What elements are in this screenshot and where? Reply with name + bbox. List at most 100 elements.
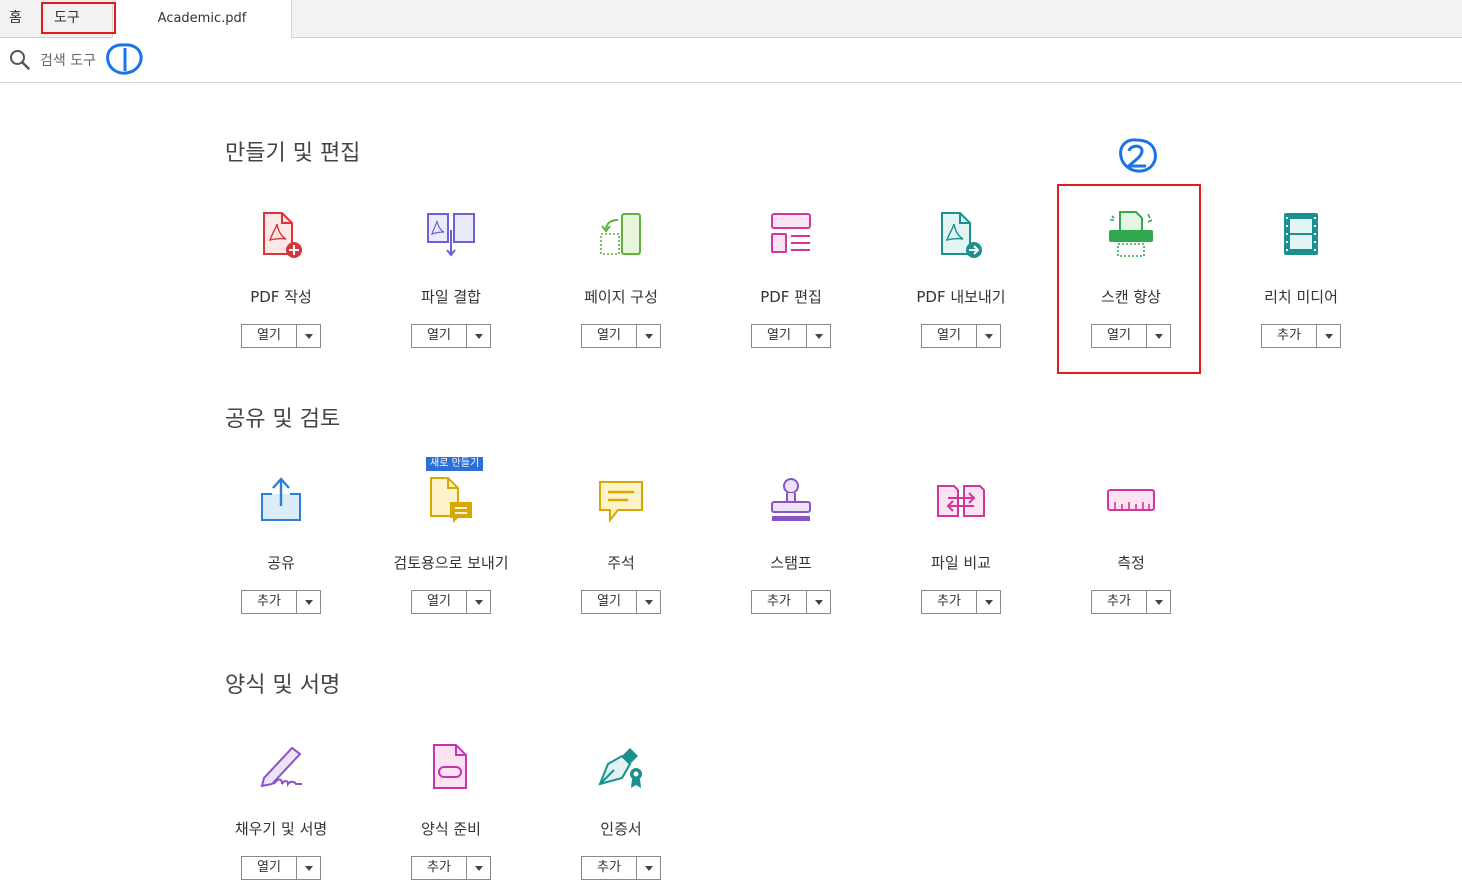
dropdown-arrow-icon[interactable] — [977, 325, 1000, 347]
comment-icon — [596, 476, 646, 526]
dropdown-arrow-icon[interactable] — [977, 591, 1000, 613]
button-label: 열기 — [582, 591, 637, 613]
tool-name: 파일 비교 — [931, 554, 991, 572]
button-label: 열기 — [242, 325, 297, 347]
dropdown-arrow-icon[interactable] — [467, 857, 490, 879]
tool-name: 인증서 — [600, 820, 642, 838]
add-button[interactable]: 추가 — [751, 590, 831, 614]
button-label: 추가 — [1092, 591, 1147, 613]
highlight-box-tools — [41, 2, 116, 34]
dropdown-arrow-icon[interactable] — [297, 591, 320, 613]
button-label: 열기 — [412, 325, 467, 347]
tool-measure[interactable]: 측정 추가 — [1046, 476, 1216, 636]
tool-name: PDF 내보내기 — [916, 288, 1006, 306]
tool-name: 채우기 및 서명 — [234, 820, 328, 838]
dropdown-arrow-icon[interactable] — [1147, 591, 1170, 613]
open-button[interactable]: 열기 — [921, 324, 1001, 348]
open-button[interactable]: 열기 — [241, 324, 321, 348]
tool-combine-files[interactable]: 파일 결합 열기 — [366, 210, 536, 370]
send-for-review-icon — [426, 476, 476, 526]
stamp-icon — [766, 476, 816, 526]
prepare-form-icon — [426, 742, 476, 792]
button-label: 열기 — [582, 325, 637, 347]
add-button[interactable]: 추가 — [411, 856, 491, 880]
rich-media-icon — [1276, 210, 1326, 260]
tool-name: 리치 미디어 — [1264, 288, 1338, 306]
tool-name: 양식 준비 — [421, 820, 481, 838]
open-button[interactable]: 열기 — [411, 324, 491, 348]
dropdown-arrow-icon[interactable] — [467, 591, 490, 613]
annotation-number-2 — [1116, 136, 1160, 180]
tool-share[interactable]: 공유 추가 — [196, 476, 366, 636]
button-label: 열기 — [922, 325, 977, 347]
create-pdf-icon — [256, 210, 306, 260]
tab-document[interactable]: Academic.pdf — [112, 0, 292, 38]
section-title-forms-sign: 양식 및 서명 — [225, 673, 341, 698]
open-button[interactable]: 열기 — [411, 590, 491, 614]
tool-organize-pages[interactable]: 페이지 구성 열기 — [536, 210, 706, 370]
add-button[interactable]: 추가 — [1091, 590, 1171, 614]
tool-rich-media[interactable]: 리치 미디어 추가 — [1216, 210, 1386, 370]
tool-prepare-form[interactable]: 양식 준비 추가 — [366, 742, 536, 896]
share-icon — [256, 476, 306, 526]
organize-pages-icon — [596, 210, 646, 260]
tab-bar: 홈 도구 Academic.pdf — [0, 0, 1462, 38]
tab-home[interactable]: 홈 — [9, 0, 22, 37]
tool-compare-files[interactable]: 파일 비교 추가 — [876, 476, 1046, 636]
tool-name: PDF 작성 — [250, 288, 312, 306]
measure-icon — [1106, 476, 1156, 526]
dropdown-arrow-icon[interactable] — [467, 325, 490, 347]
open-button[interactable]: 열기 — [581, 590, 661, 614]
dropdown-arrow-icon[interactable] — [807, 591, 830, 613]
dropdown-arrow-icon[interactable] — [807, 325, 830, 347]
new-badge: 새로 만들기 — [426, 457, 484, 471]
search-input[interactable]: 검색 도구 — [40, 50, 96, 70]
button-label: 추가 — [412, 857, 467, 879]
button-label: 추가 — [752, 591, 807, 613]
tool-name: 주석 — [607, 554, 635, 572]
fill-sign-icon — [256, 742, 306, 792]
button-label: 추가 — [1262, 325, 1317, 347]
open-button[interactable]: 열기 — [751, 324, 831, 348]
section-title-share-review: 공유 및 검토 — [225, 407, 341, 432]
search-icon[interactable] — [9, 49, 31, 75]
button-label: 추가 — [242, 591, 297, 613]
add-button[interactable]: 추가 — [921, 590, 1001, 614]
search-bar: 검색 도구 — [0, 38, 1462, 83]
certificate-icon — [596, 742, 646, 792]
combine-files-icon — [426, 210, 476, 260]
tool-stamp[interactable]: 스탬프 추가 — [706, 476, 876, 636]
open-button[interactable]: 열기 — [581, 324, 661, 348]
tool-comment[interactable]: 주석 열기 — [536, 476, 706, 636]
add-button[interactable]: 추가 — [1261, 324, 1341, 348]
button-label: 열기 — [412, 591, 467, 613]
tool-name: 측정 — [1117, 554, 1145, 572]
button-label: 추가 — [582, 857, 637, 879]
button-label: 열기 — [242, 857, 297, 879]
dropdown-arrow-icon[interactable] — [637, 857, 660, 879]
add-button[interactable]: 추가 — [241, 590, 321, 614]
compare-files-icon — [936, 476, 986, 526]
tool-name: PDF 편집 — [760, 288, 822, 306]
dropdown-arrow-icon[interactable] — [297, 857, 320, 879]
tool-create-pdf[interactable]: PDF 작성 열기 — [196, 210, 366, 370]
tool-name: 파일 결합 — [421, 288, 481, 306]
dropdown-arrow-icon[interactable] — [1317, 325, 1340, 347]
tool-name: 검토용으로 보내기 — [393, 554, 509, 572]
section-title-create-edit: 만들기 및 편집 — [225, 141, 361, 166]
tool-send-for-review[interactable]: 검토용으로 보내기 열기 — [366, 476, 536, 636]
annotation-number-1 — [104, 42, 144, 80]
button-label: 열기 — [752, 325, 807, 347]
tool-edit-pdf[interactable]: PDF 편집 열기 — [706, 210, 876, 370]
tool-fill-sign[interactable]: 채우기 및 서명 열기 — [196, 742, 366, 896]
dropdown-arrow-icon[interactable] — [297, 325, 320, 347]
tool-name: 스탬프 — [770, 554, 812, 572]
dropdown-arrow-icon[interactable] — [637, 325, 660, 347]
tool-export-pdf[interactable]: PDF 내보내기 열기 — [876, 210, 1046, 370]
tool-name: 공유 — [267, 554, 295, 572]
add-button[interactable]: 추가 — [581, 856, 661, 880]
edit-pdf-icon — [766, 210, 816, 260]
tool-certificate[interactable]: 인증서 추가 — [536, 742, 706, 896]
dropdown-arrow-icon[interactable] — [637, 591, 660, 613]
open-button[interactable]: 열기 — [241, 856, 321, 880]
